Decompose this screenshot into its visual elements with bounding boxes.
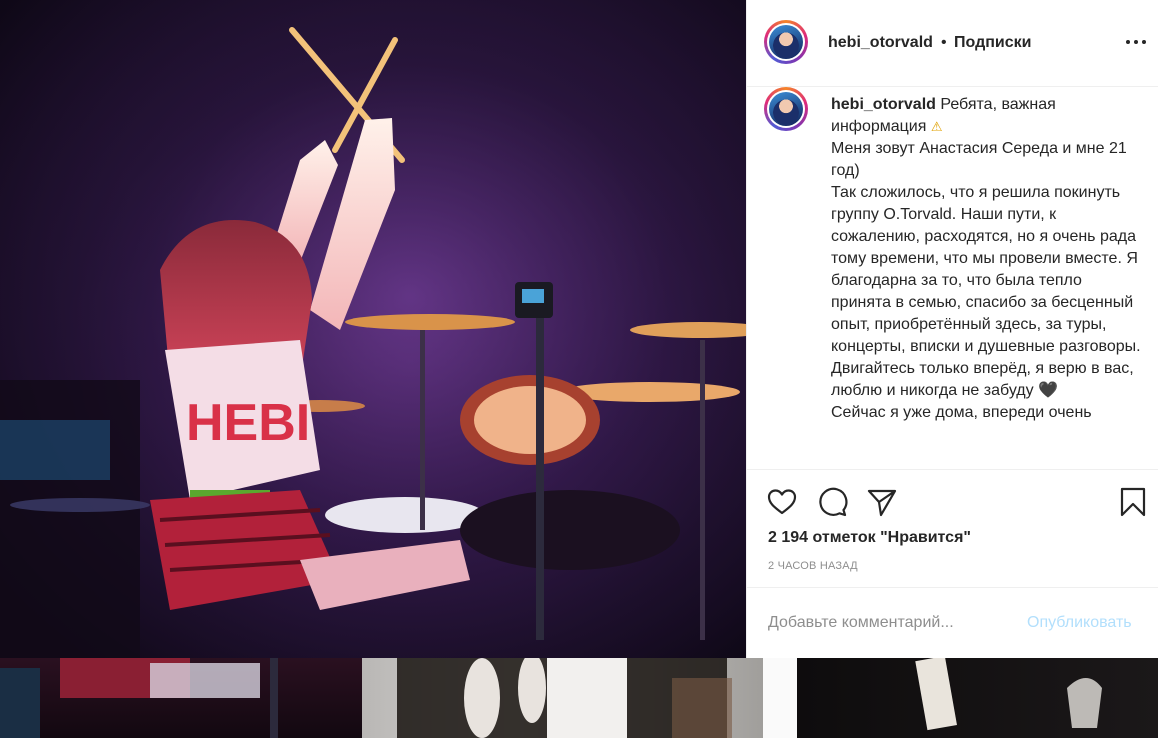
avatar[interactable] — [764, 20, 808, 64]
comment-icon[interactable] — [816, 486, 848, 518]
likes-count[interactable]: 2 194 отметок "Нравится" — [768, 529, 971, 547]
caption-text: hebi_otorvald Ребята, важная информация … — [831, 94, 1141, 424]
caption-area: hebi_otorvald Ребята, важная информация … — [747, 87, 1158, 470]
caption-avatar[interactable] — [764, 87, 808, 131]
shirt-text: HEBI — [186, 394, 310, 452]
heart-icon[interactable] — [766, 486, 798, 518]
follow-status-button[interactable]: Подписки — [954, 34, 1031, 52]
comment-row: Опубликовать — [747, 588, 1158, 658]
related-post-thumbnail[interactable] — [0, 658, 362, 738]
warning-icon: ⚠ — [930, 119, 943, 134]
post-side-panel: hebi_otorvald • Подписки hebi_otorvald Р… — [746, 0, 1158, 658]
paper-plane-icon[interactable] — [866, 486, 898, 518]
more-horizontal-icon[interactable] — [1124, 32, 1148, 52]
caption-line: Так сложилось, что я решила покинуть гру… — [831, 184, 1141, 399]
publish-button[interactable]: Опубликовать — [1027, 614, 1132, 632]
post-timestamp[interactable]: 2 ЧАСОВ НАЗАД — [768, 560, 858, 572]
drummer-illustration: HEBI — [0, 0, 746, 658]
related-post-thumbnail[interactable] — [797, 658, 1158, 738]
separator-dot: • — [941, 34, 947, 51]
post-actions: 2 194 отметок "Нравится" 2 ЧАСОВ НАЗАД — [747, 470, 1158, 588]
caption-line: Сейчас я уже дома, впереди очень — [831, 404, 1092, 421]
caption-line: Меня зовут Анастасия Середа и мне 21 год… — [831, 140, 1127, 179]
comment-input[interactable] — [768, 612, 1008, 634]
related-post-thumbnail[interactable] — [362, 658, 763, 738]
related-posts-row — [0, 658, 1158, 738]
thumbnail-gap — [763, 658, 797, 738]
post-photo[interactable]: HEBI — [0, 0, 746, 658]
bookmark-icon[interactable] — [1117, 486, 1149, 518]
caption-username[interactable]: hebi_otorvald — [831, 96, 936, 113]
post-header: hebi_otorvald • Подписки — [747, 0, 1158, 87]
author-username[interactable]: hebi_otorvald — [828, 34, 933, 52]
